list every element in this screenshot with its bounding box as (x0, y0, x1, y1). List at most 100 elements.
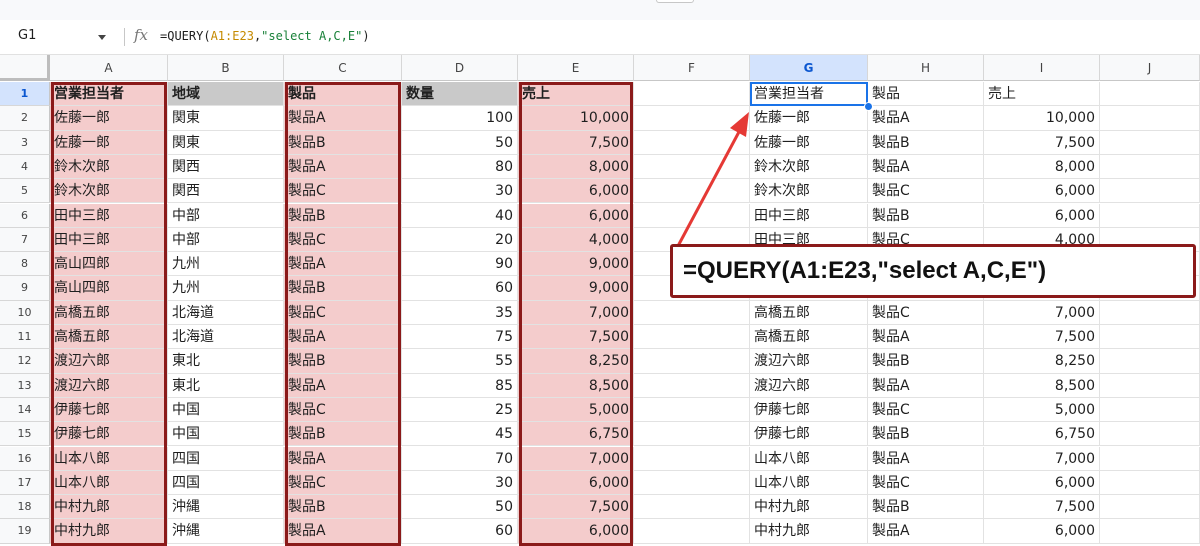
cell-d18[interactable]: 50 (402, 495, 518, 520)
cell-d13[interactable]: 85 (402, 373, 518, 398)
column-header-g[interactable]: G (750, 55, 868, 81)
column-header-j[interactable]: J (1100, 55, 1200, 81)
cell-f5[interactable] (634, 179, 750, 204)
cell-e19[interactable]: 6,000 (518, 519, 634, 544)
cell-g3[interactable]: 佐藤一郎 (750, 130, 868, 155)
cell-a10[interactable]: 高橋五郎 (50, 300, 168, 325)
cell-j17[interactable] (1100, 470, 1200, 496)
cell-f6[interactable] (634, 203, 750, 228)
cell-b3[interactable]: 関東 (168, 130, 284, 155)
cell-b15[interactable]: 中国 (168, 422, 284, 447)
cell-f1[interactable] (634, 82, 750, 107)
cell-c8[interactable]: 製品A (284, 252, 402, 277)
cell-b12[interactable]: 東北 (168, 349, 284, 374)
cell-i2[interactable]: 10,000 (984, 106, 1100, 131)
cell-c14[interactable]: 製品C (284, 397, 402, 423)
cell-f14[interactable] (634, 397, 750, 423)
cell-a15[interactable]: 伊藤七郎 (50, 422, 168, 447)
cell-j12[interactable] (1100, 349, 1200, 374)
cell-i4[interactable]: 8,000 (984, 154, 1100, 180)
cell-c19[interactable]: 製品A (284, 519, 402, 544)
cell-j1[interactable] (1100, 82, 1200, 107)
cell-g14[interactable]: 伊藤七郎 (750, 397, 868, 423)
cell-f12[interactable] (634, 349, 750, 374)
cell-b19[interactable]: 沖縄 (168, 519, 284, 544)
cell-d19[interactable]: 60 (402, 519, 518, 544)
cell-a16[interactable]: 山本八郎 (50, 446, 168, 471)
cell-e3[interactable]: 7,500 (518, 130, 634, 155)
cell-g2[interactable]: 佐藤一郎 (750, 106, 868, 131)
cell-d3[interactable]: 50 (402, 130, 518, 155)
cell-d10[interactable]: 35 (402, 300, 518, 325)
cell-e2[interactable]: 10,000 (518, 106, 634, 131)
cell-b6[interactable]: 中部 (168, 203, 284, 228)
cell-i14[interactable]: 5,000 (984, 397, 1100, 423)
cell-h6[interactable]: 製品B (868, 203, 984, 228)
cell-j15[interactable] (1100, 422, 1200, 447)
cell-d12[interactable]: 55 (402, 349, 518, 374)
chevron-down-icon[interactable] (98, 35, 106, 40)
cell-i19[interactable]: 6,000 (984, 519, 1100, 544)
cell-j13[interactable] (1100, 373, 1200, 398)
cell-e9[interactable]: 9,000 (518, 276, 634, 301)
cell-c3[interactable]: 製品B (284, 130, 402, 155)
cell-i10[interactable]: 7,000 (984, 300, 1100, 325)
cell-h12[interactable]: 製品B (868, 349, 984, 374)
cell-g17[interactable]: 山本八郎 (750, 470, 868, 496)
cell-i18[interactable]: 7,500 (984, 495, 1100, 520)
cell-b9[interactable]: 九州 (168, 276, 284, 301)
cell-f17[interactable] (634, 470, 750, 496)
cell-f3[interactable] (634, 130, 750, 155)
cell-g18[interactable]: 中村九郎 (750, 495, 868, 520)
cell-f4[interactable] (634, 154, 750, 180)
cell-c18[interactable]: 製品B (284, 495, 402, 520)
column-header-f[interactable]: F (634, 55, 750, 81)
cell-c13[interactable]: 製品A (284, 373, 402, 398)
cell-d4[interactable]: 80 (402, 154, 518, 180)
cell-b11[interactable]: 北海道 (168, 325, 284, 350)
cell-g5[interactable]: 鈴木次郎 (750, 179, 868, 204)
cell-g19[interactable]: 中村九郎 (750, 519, 868, 544)
row-header-2[interactable]: 2 (0, 106, 50, 131)
row-header-18[interactable]: 18 (0, 495, 50, 520)
cell-e6[interactable]: 6,000 (518, 203, 634, 228)
cell-j3[interactable] (1100, 130, 1200, 155)
cell-b5[interactable]: 関西 (168, 179, 284, 204)
row-header-6[interactable]: 6 (0, 203, 50, 228)
cell-d7[interactable]: 20 (402, 227, 518, 253)
cell-c4[interactable]: 製品A (284, 154, 402, 180)
cell-i17[interactable]: 6,000 (984, 470, 1100, 496)
cell-a12[interactable]: 渡辺六郎 (50, 349, 168, 374)
row-header-15[interactable]: 15 (0, 422, 50, 447)
cell-h1[interactable]: 製品 (868, 82, 984, 107)
cell-d6[interactable]: 40 (402, 203, 518, 228)
cell-h14[interactable]: 製品C (868, 397, 984, 423)
cell-e16[interactable]: 7,000 (518, 446, 634, 471)
cell-e14[interactable]: 5,000 (518, 397, 634, 423)
cell-h3[interactable]: 製品B (868, 130, 984, 155)
cell-c15[interactable]: 製品B (284, 422, 402, 447)
cell-i12[interactable]: 8,250 (984, 349, 1100, 374)
cell-a1[interactable]: 営業担当者 (50, 82, 168, 107)
row-header-10[interactable]: 10 (0, 300, 50, 325)
row-header-5[interactable]: 5 (0, 179, 50, 204)
cell-i15[interactable]: 6,750 (984, 422, 1100, 447)
cell-c10[interactable]: 製品C (284, 300, 402, 325)
cell-g13[interactable]: 渡辺六郎 (750, 373, 868, 398)
cell-i16[interactable]: 7,000 (984, 446, 1100, 471)
cell-i13[interactable]: 8,500 (984, 373, 1100, 398)
cell-j5[interactable] (1100, 179, 1200, 204)
cell-f13[interactable] (634, 373, 750, 398)
cell-f18[interactable] (634, 495, 750, 520)
cell-e17[interactable]: 6,000 (518, 470, 634, 496)
row-header-3[interactable]: 3 (0, 130, 50, 155)
cell-a6[interactable]: 田中三郎 (50, 203, 168, 228)
cell-b16[interactable]: 四国 (168, 446, 284, 471)
cell-f19[interactable] (634, 519, 750, 544)
column-header-a[interactable]: A (50, 55, 168, 81)
cell-a14[interactable]: 伊藤七郎 (50, 397, 168, 423)
cell-j16[interactable] (1100, 446, 1200, 471)
cell-e15[interactable]: 6,750 (518, 422, 634, 447)
cell-c17[interactable]: 製品C (284, 470, 402, 496)
cell-a4[interactable]: 鈴木次郎 (50, 154, 168, 180)
